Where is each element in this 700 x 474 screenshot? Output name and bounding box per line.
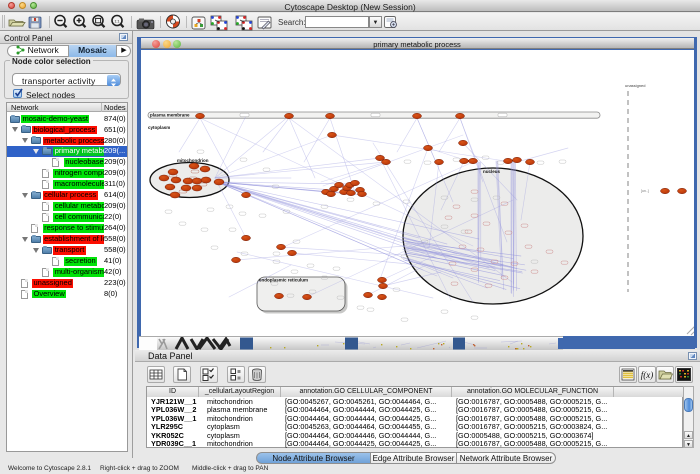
svg-text:cytoplasm: cytoplasm (148, 125, 170, 130)
svg-text:f(x): f(x) (641, 370, 654, 380)
svg-text:[un..]: [un..] (641, 189, 649, 193)
svg-text:mitochondrion: mitochondrion (177, 158, 209, 163)
svg-text:1:1: 1:1 (115, 20, 120, 24)
svg-text:endoplasmic reticulum: endoplasmic reticulum (259, 278, 308, 283)
svg-text:unassigned: unassigned (625, 83, 645, 88)
svg-text:plasma membrane: plasma membrane (150, 113, 190, 118)
svg-text:nucleus: nucleus (483, 169, 501, 174)
